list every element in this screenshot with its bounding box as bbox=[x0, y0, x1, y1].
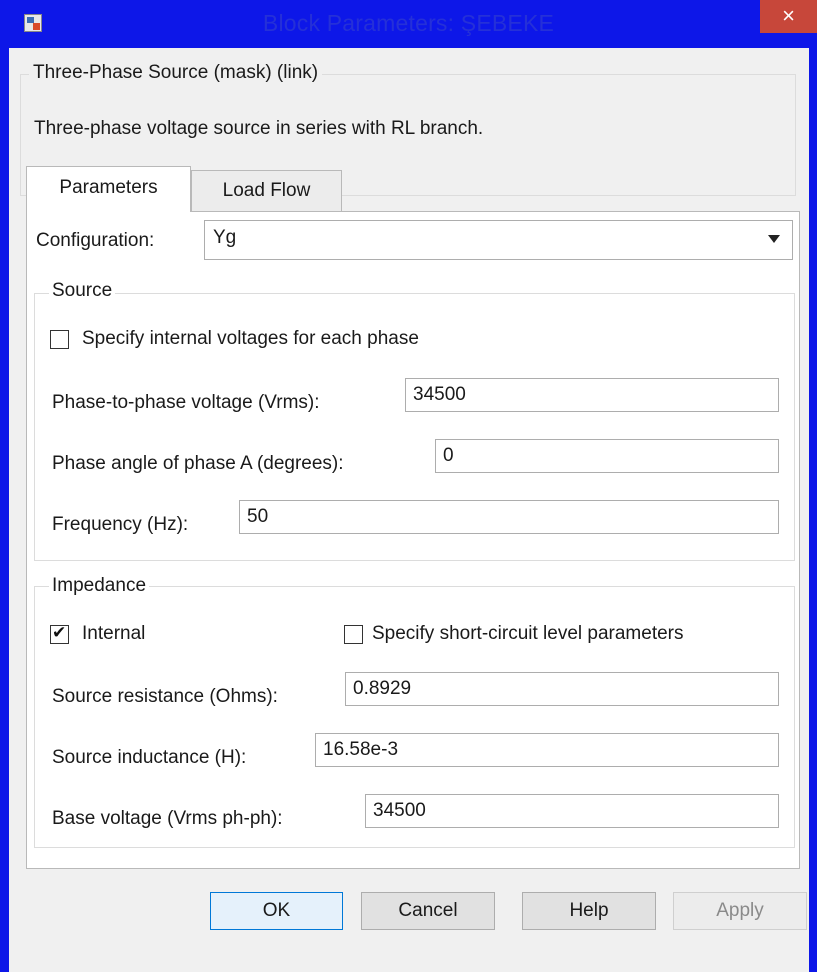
source-inductance-input[interactable]: 16.58e-3 bbox=[315, 733, 779, 767]
close-button[interactable]: × bbox=[760, 0, 817, 33]
frequency-label: Frequency (Hz): bbox=[52, 514, 189, 535]
source-resistance-input[interactable]: 0.8929 bbox=[345, 672, 779, 706]
parameters-tab-panel: Configuration: Yg Source Specify interna… bbox=[26, 211, 800, 869]
specify-internal-voltages-label: Specify internal voltages for each phase bbox=[82, 328, 419, 349]
chevron-down-icon bbox=[768, 235, 780, 243]
source-group-title: Source bbox=[49, 280, 116, 302]
block-parameters-window: Block Parameters: ŞEBEKE × Three-Phase S… bbox=[0, 0, 817, 972]
short-circuit-level-checkbox[interactable] bbox=[344, 625, 363, 644]
mask-description: Three-phase voltage source in series wit… bbox=[34, 118, 484, 139]
specify-internal-voltages-checkbox[interactable] bbox=[50, 330, 69, 349]
help-button[interactable]: Help bbox=[522, 892, 656, 930]
configuration-value: Yg bbox=[213, 227, 237, 248]
configuration-select[interactable]: Yg bbox=[204, 220, 793, 260]
internal-checkbox[interactable]: ✔ bbox=[50, 623, 69, 644]
close-icon: × bbox=[782, 3, 795, 28]
cancel-button[interactable]: Cancel bbox=[361, 892, 495, 930]
ok-button[interactable]: OK bbox=[210, 892, 343, 930]
base-voltage-label: Base voltage (Vrms ph-ph): bbox=[52, 808, 283, 829]
dialog-client-area: Three-Phase Source (mask) (link) Three-p… bbox=[9, 48, 809, 972]
short-circuit-level-label: Specify short-circuit level parameters bbox=[372, 623, 684, 644]
title-bar[interactable]: Block Parameters: ŞEBEKE × bbox=[0, 0, 817, 48]
check-icon: ✔ bbox=[52, 623, 67, 642]
phase-voltage-label: Phase-to-phase voltage (Vrms): bbox=[52, 392, 320, 413]
impedance-group-title: Impedance bbox=[49, 575, 150, 597]
frequency-input[interactable]: 50 bbox=[239, 500, 779, 534]
phase-angle-label: Phase angle of phase A (degrees): bbox=[52, 453, 344, 474]
configuration-label: Configuration: bbox=[36, 230, 155, 251]
base-voltage-input[interactable]: 34500 bbox=[365, 794, 779, 828]
phase-voltage-input[interactable]: 34500 bbox=[405, 378, 779, 412]
internal-label: Internal bbox=[82, 623, 146, 644]
tab-parameters[interactable]: Parameters bbox=[26, 166, 191, 212]
source-inductance-label: Source inductance (H): bbox=[52, 747, 247, 768]
mask-title: Three-Phase Source (mask) (link) bbox=[29, 62, 323, 84]
phase-angle-input[interactable]: 0 bbox=[435, 439, 779, 473]
source-resistance-label: Source resistance (Ohms): bbox=[52, 686, 278, 707]
tab-load-flow[interactable]: Load Flow bbox=[191, 170, 342, 212]
window-title: Block Parameters: ŞEBEKE bbox=[262, 10, 555, 36]
apply-button[interactable]: Apply bbox=[673, 892, 807, 930]
